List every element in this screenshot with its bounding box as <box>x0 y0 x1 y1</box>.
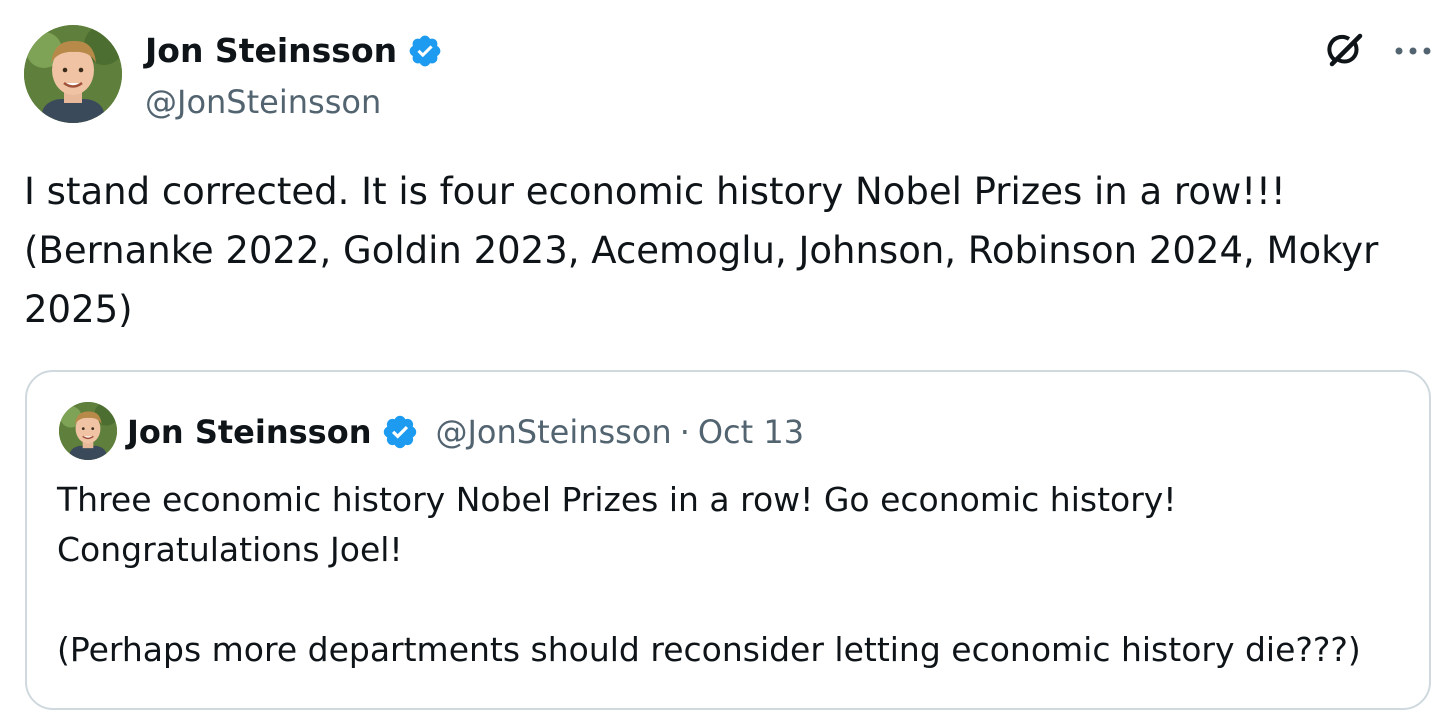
quoted-tweet-text: Three economic history Nobel Prizes in a… <box>57 480 1361 669</box>
separator-dot: · <box>679 413 690 451</box>
author-name-text[interactable]: Jon Steinsson <box>145 30 397 72</box>
author-name[interactable]: Jon Steinsson <box>145 30 443 72</box>
verified-badge-icon <box>381 413 419 451</box>
tweet-text: I stand corrected. It is four economic h… <box>24 170 1379 331</box>
more-options-icon[interactable] <box>1393 38 1433 64</box>
quoted-tweet-header: Jon Steinsson @JonSteinsson · Oct 13 <box>127 410 804 454</box>
quoted-author-name[interactable]: Jon Steinsson <box>127 413 371 451</box>
quoted-tweet[interactable]: Jon Steinsson @JonSteinsson · Oct 13 Thr… <box>25 370 1431 710</box>
tweet: Jon Steinsson @JonSteinsson I stand corr… <box>0 0 1456 710</box>
author-avatar[interactable] <box>24 25 122 123</box>
grok-icon[interactable] <box>1322 28 1368 74</box>
quoted-author-handle[interactable]: @JonSteinsson <box>435 413 671 451</box>
author-handle[interactable]: @JonSteinsson <box>145 81 381 123</box>
verified-badge-icon <box>407 33 443 69</box>
quoted-author-avatar[interactable] <box>59 402 117 460</box>
quoted-tweet-date[interactable]: Oct 13 <box>698 413 804 451</box>
